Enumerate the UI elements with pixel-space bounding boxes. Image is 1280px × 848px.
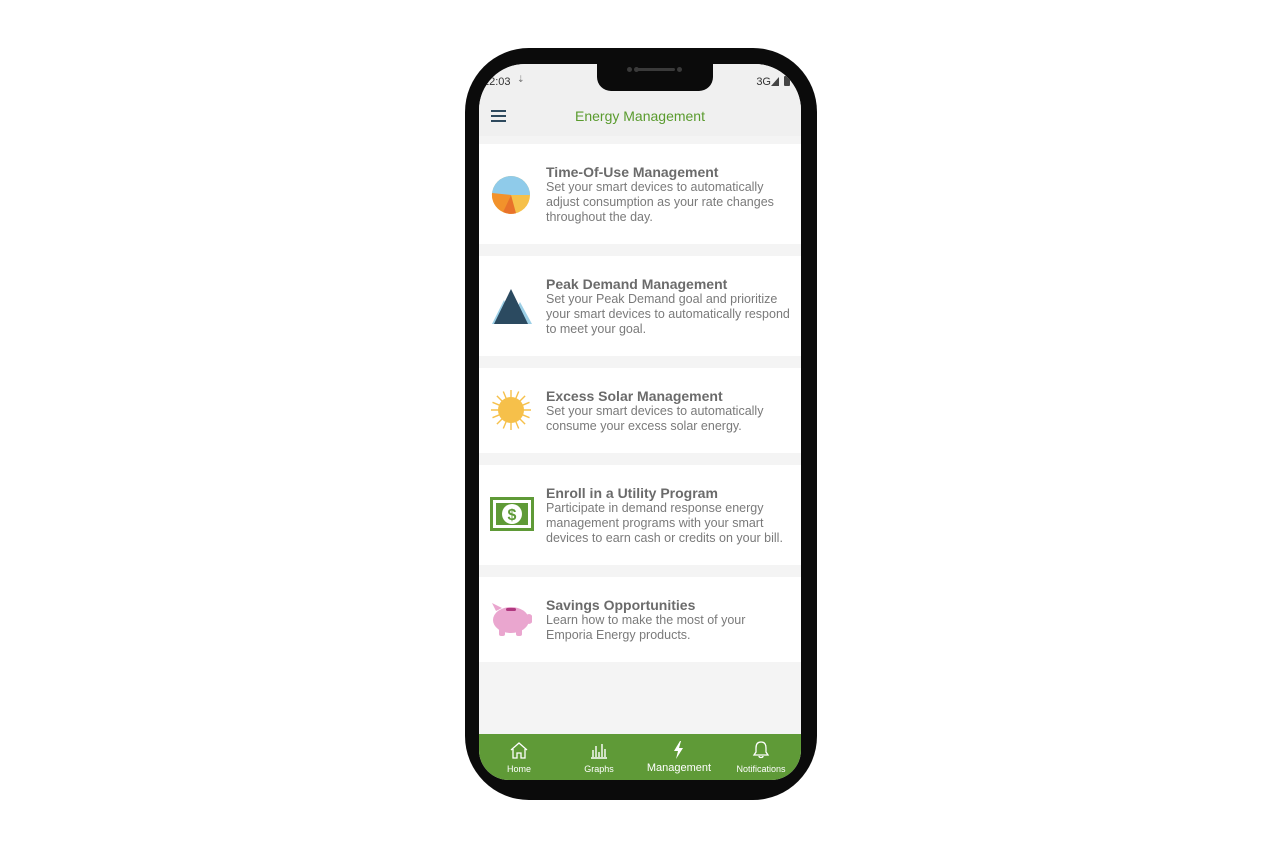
item-description: Set your smart devices to automatically … — [546, 404, 764, 433]
piggy-bank-icon — [492, 603, 532, 636]
download-icon: ⇣ — [517, 74, 525, 84]
item-text: Excess Solar Management Set your smart d… — [546, 388, 793, 434]
list-item-time-of-use[interactable]: Time-Of-Use Management Set your smart de… — [479, 144, 801, 244]
signal-icon — [771, 77, 779, 86]
sun-icon — [491, 390, 531, 430]
item-text: Time-Of-Use Management Set your smart de… — [546, 164, 793, 225]
speaker-grille — [637, 68, 675, 71]
nav-label: Management — [646, 762, 712, 774]
list-item-peak-demand[interactable]: Peak Demand Management Set your Peak Dem… — [479, 256, 801, 356]
item-description: Learn how to make the most of your Empor… — [546, 613, 746, 642]
svg-text:$: $ — [508, 507, 517, 524]
item-description: Participate in demand response energy ma… — [546, 501, 783, 545]
item-title: Excess Solar Management — [546, 388, 723, 404]
list-item-savings[interactable]: Savings Opportunities Learn how to make … — [479, 577, 801, 662]
list-item-excess-solar[interactable]: Excess Solar Management Set your smart d… — [479, 368, 801, 453]
mountain-peak-icon — [492, 289, 532, 324]
phone-frame: 12:03 ⇣ 3G Energy Management Time-Of-Use… — [465, 48, 817, 800]
phone-notch — [597, 64, 713, 91]
app-screen: 12:03 ⇣ 3G Energy Management Time-Of-Use… — [479, 64, 801, 780]
bar-chart-icon — [591, 744, 607, 759]
lightning-icon — [674, 741, 683, 759]
status-time: 12:03 — [483, 76, 511, 88]
nav-graphs[interactable]: Graphs — [559, 734, 639, 780]
sensor-dot — [677, 67, 682, 72]
item-text: Enroll in a Utility Program Participate … — [546, 485, 793, 546]
item-title: Savings Opportunities — [546, 597, 696, 613]
item-text: Savings Opportunities Learn how to make … — [546, 597, 793, 643]
nav-management[interactable]: Management — [639, 734, 719, 780]
item-description: Set your Peak Demand goal and prioritize… — [546, 292, 790, 336]
item-title: Time-Of-Use Management — [546, 164, 719, 180]
app-bar: Energy Management — [479, 98, 801, 136]
nav-label: Graphs — [584, 764, 614, 774]
nav-label: Notifications — [736, 764, 786, 774]
camera-dot — [627, 67, 632, 72]
battery-icon — [784, 76, 790, 86]
pie-chart-icon — [491, 176, 530, 214]
nav-notifications[interactable]: Notifications — [721, 734, 801, 780]
dollar-bill-icon: $ — [490, 497, 534, 531]
item-description: Set your smart devices to automatically … — [546, 180, 774, 224]
nav-home[interactable]: Home — [479, 734, 559, 780]
nav-label: Home — [506, 764, 531, 774]
item-title: Enroll in a Utility Program — [546, 485, 718, 501]
bottom-navigation: Home Graphs Management Notifications — [479, 734, 801, 780]
list-item-utility-program[interactable]: $ Enroll in a Utility Program Participat… — [479, 465, 801, 565]
home-icon — [510, 742, 528, 759]
page-title: Energy Management — [575, 108, 705, 124]
network-type: 3G — [756, 76, 771, 88]
bell-icon — [752, 741, 770, 759]
item-title: Peak Demand Management — [546, 276, 728, 292]
item-text: Peak Demand Management Set your Peak Dem… — [546, 276, 793, 337]
